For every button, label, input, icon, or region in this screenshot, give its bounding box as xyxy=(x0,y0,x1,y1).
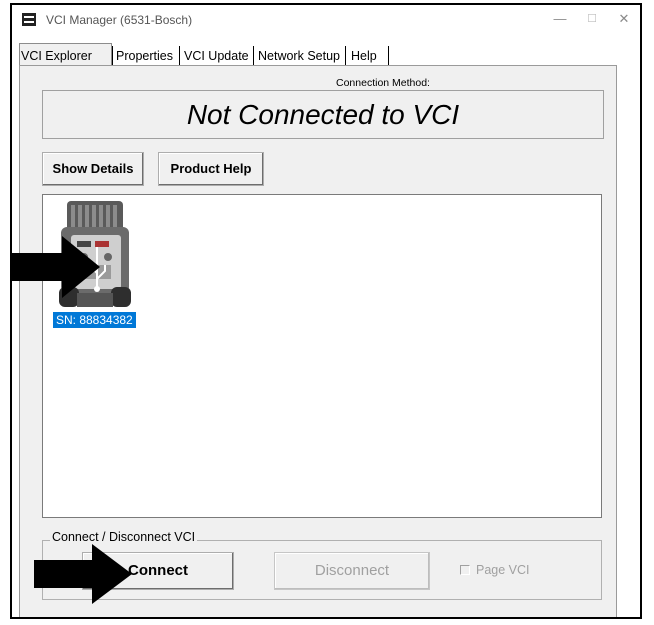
tab-strip: VCI Explorer Properties VCI Update Netwo… xyxy=(12,43,640,67)
tab-network-setup[interactable]: Network Setup xyxy=(258,47,340,65)
minimize-button[interactable]: — xyxy=(548,9,572,29)
page-vci-checkbox[interactable] xyxy=(460,565,470,575)
arrow-right-icon xyxy=(34,544,132,604)
arrow-right-icon xyxy=(10,236,100,298)
connection-status-text: Not Connected to VCI xyxy=(186,99,460,130)
tab-separator xyxy=(388,46,389,66)
connection-status-box: Not Connected to VCI xyxy=(42,90,604,139)
product-help-button[interactable]: Product Help xyxy=(158,152,264,186)
tab-vci-explorer[interactable]: VCI Explorer xyxy=(21,47,92,65)
page-vci-label: Page VCI xyxy=(476,563,530,577)
window-title: VCI Manager (6531-Bosch) xyxy=(46,13,193,27)
tab-help[interactable]: Help xyxy=(351,47,377,65)
maximize-button[interactable]: ☐ xyxy=(580,9,604,29)
show-details-button[interactable]: Show Details xyxy=(42,152,144,186)
app-icon xyxy=(22,13,36,26)
device-serial-label[interactable]: SN: 88834382 xyxy=(53,312,136,328)
tab-separator xyxy=(345,46,346,66)
tab-vci-update[interactable]: VCI Update xyxy=(184,47,249,65)
close-button[interactable]: ✕ xyxy=(612,9,636,29)
tab-separator xyxy=(253,46,254,66)
title-bar: VCI Manager (6531-Bosch) — ☐ ✕ xyxy=(12,5,640,35)
vci-device-list[interactable]: SN: 88834382 xyxy=(42,194,602,518)
disconnect-button[interactable]: Disconnect xyxy=(274,552,430,590)
tab-separator xyxy=(112,46,113,66)
connect-group-title: Connect / Disconnect VCI xyxy=(50,530,198,544)
connection-method-label: Connection Method: xyxy=(336,77,430,89)
tab-properties[interactable]: Properties xyxy=(116,47,173,65)
tab-separator xyxy=(179,46,180,66)
